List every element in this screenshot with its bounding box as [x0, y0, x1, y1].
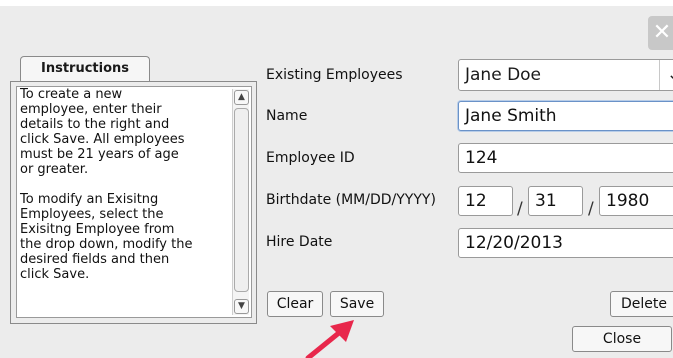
delete-button[interactable]: Delete — [610, 291, 673, 317]
instructions-text: To create a new employee, enter their de… — [20, 87, 232, 282]
clear-button[interactable]: Clear — [267, 291, 323, 317]
instructions-panel: To create a new employee, enter their de… — [10, 81, 257, 324]
chevron-down-icon[interactable]: ▼ — [234, 299, 249, 314]
chevron-down-icon[interactable]: ⌄ — [659, 60, 673, 90]
employee-dialog: ✕ Instructions To create a new employee,… — [0, 6, 673, 358]
save-button[interactable]: Save — [330, 291, 384, 317]
scrollbar-thumb[interactable] — [234, 108, 249, 292]
birthdate-label: Birthdate (MM/DD/YYYY) — [266, 192, 436, 208]
date-separator: / — [517, 199, 523, 219]
date-separator: / — [588, 199, 594, 219]
birth-year-input[interactable]: 1980 — [599, 186, 673, 216]
existing-employees-value: Jane Doe — [465, 65, 542, 85]
instructions-textarea[interactable]: To create a new employee, enter their de… — [16, 86, 252, 318]
instructions-paragraph-modify: To modify an Exisitng Employees, select … — [20, 192, 193, 282]
close-button[interactable]: Close — [572, 326, 672, 352]
name-input[interactable]: Jane Smith — [458, 101, 673, 131]
instructions-scrollbar[interactable]: ▲ ▼ — [232, 89, 249, 315]
hire-date-input[interactable]: 12/20/2013 — [458, 228, 673, 258]
birth-month-input[interactable]: 12 — [458, 186, 513, 216]
existing-employees-select[interactable]: Jane Doe ⌄ — [458, 59, 673, 91]
employee-id-label: Employee ID — [266, 150, 355, 166]
existing-employees-label: Existing Employees — [266, 67, 403, 83]
name-label: Name — [266, 108, 308, 124]
instructions-tab[interactable]: Instructions — [20, 56, 150, 82]
arrow-pointer-icon — [305, 320, 354, 358]
title-bar: ✕ — [0, 6, 673, 50]
birth-day-input[interactable]: 31 — [528, 186, 583, 216]
hire-date-label: Hire Date — [266, 234, 333, 250]
instructions-paragraph-create: To create a new employee, enter their de… — [20, 87, 185, 177]
chevron-up-icon[interactable]: ▲ — [234, 90, 249, 105]
employee-id-input[interactable]: 124 — [458, 143, 673, 173]
window-close-icon[interactable]: ✕ — [648, 16, 673, 50]
